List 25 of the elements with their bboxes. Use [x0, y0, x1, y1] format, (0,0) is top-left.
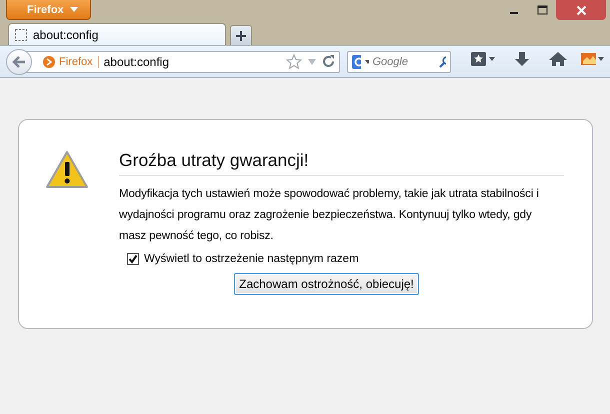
address-bar[interactable]: Firefox about:config	[24, 50, 340, 72]
warning-icon	[45, 150, 89, 190]
checkbox[interactable]	[127, 253, 139, 265]
page-icon	[15, 28, 27, 40]
search-icon[interactable]	[438, 56, 446, 68]
close-icon	[576, 4, 586, 16]
accept-button[interactable]: Zachowam ostrożność, obiecuję!	[234, 273, 419, 295]
maximize-icon[interactable]	[536, 5, 548, 15]
url-text: about:config	[104, 54, 170, 68]
warning-message: Modyfikacja tych ustawień może spowodować problemy, takie jak utrata stabilności i wydajności programu oraz zagrożenie bezpieczeństwa. Kontynuuj tylko wtedy, gdy masz pewność tego, co robisz.	[119, 187, 540, 244]
reload-icon[interactable]	[322, 55, 335, 68]
dropdown-icon[interactable]	[364, 60, 368, 64]
plus-icon	[236, 30, 246, 40]
close-button[interactable]	[556, 0, 606, 20]
back-arrow-icon	[12, 56, 26, 68]
search-field[interactable]: Google	[372, 56, 434, 68]
warning-title: Groźba utraty gwarancji!	[119, 150, 564, 176]
star-icon[interactable]	[286, 54, 302, 69]
tab[interactable]: about:config	[8, 23, 226, 45]
checkbox-label[interactable]: Wyświetl to ostrzeżenie następnym razem	[144, 253, 359, 265]
search-bar[interactable]: Google	[347, 50, 451, 72]
search-engine-icon[interactable]	[352, 54, 361, 68]
caret-icon	[70, 7, 78, 12]
back-button[interactable]	[6, 48, 32, 74]
new-tab-button[interactable]	[230, 25, 252, 45]
